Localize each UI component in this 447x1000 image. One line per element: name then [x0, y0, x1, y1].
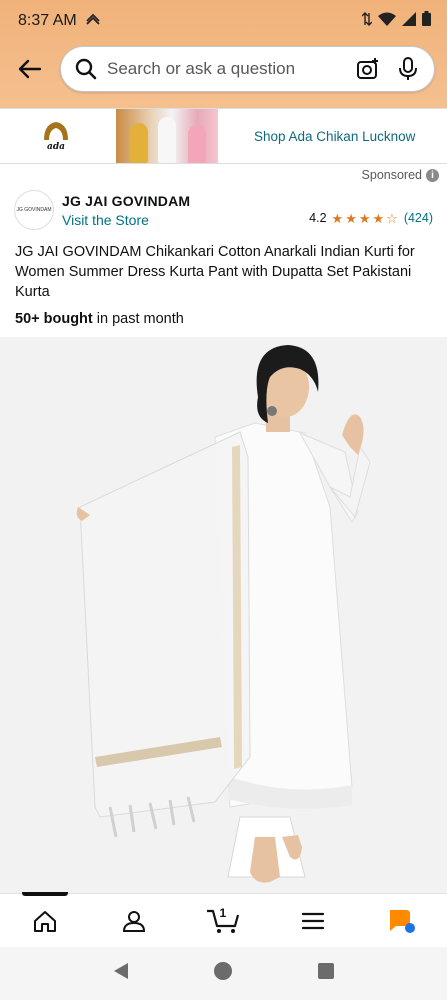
active-tab-indicator — [22, 892, 68, 896]
store-logo-text: JG GOVINDAM — [16, 207, 52, 213]
product-title[interactable]: JG JAI GOVINDAM Chikankari Cotton Anarka… — [0, 234, 447, 302]
nav-cart[interactable]: 1 — [193, 896, 253, 946]
store-logo[interactable]: JG GOVINDAM — [14, 190, 54, 230]
star-full-icon: ★ — [345, 210, 357, 226]
sponsored-row: Sponsored i — [0, 164, 447, 186]
status-time: 8:37 AM — [18, 12, 77, 29]
nav-account[interactable] — [104, 896, 164, 946]
rating-value: 4.2 — [309, 211, 327, 225]
square-recents-icon — [318, 963, 335, 979]
svg-text:ada: ada — [47, 142, 65, 152]
app-root: 8:37 AM Search or ask a question ada Sho… — [0, 0, 447, 1000]
circle-home-icon — [214, 962, 233, 980]
nav-menu[interactable] — [283, 896, 343, 946]
star-full-icon: ★ — [358, 210, 371, 226]
product-photo — [76, 345, 371, 883]
rating-count: (424) — [403, 211, 433, 225]
bought-count: 50+ bought — [15, 311, 93, 327]
star-full-icon: ★ — [331, 210, 344, 226]
system-nav-bar — [0, 947, 447, 1000]
home-icon — [33, 910, 56, 932]
voice-search-button[interactable] — [394, 55, 422, 83]
triangle-back-icon — [113, 963, 128, 979]
purchase-count: 50+ bought in past month — [0, 302, 447, 327]
battery-icon — [422, 11, 431, 31]
system-back-button[interactable] — [112, 962, 130, 985]
menu-icon — [301, 912, 324, 929]
bottom-nav: 1 — [0, 892, 447, 947]
product-image[interactable] — [0, 337, 447, 893]
microphone-icon — [399, 57, 417, 80]
ad-product-thumbnail — [116, 109, 218, 163]
info-icon[interactable]: i — [426, 168, 439, 182]
nav-home[interactable] — [15, 896, 75, 946]
account-icon — [123, 910, 146, 932]
header: 8:37 AM Search or ask a question — [0, 0, 447, 108]
nav-rufus[interactable] — [372, 896, 432, 946]
sponsored-banner[interactable]: ada Shop Ada Chikan Lucknow — [0, 108, 447, 164]
cart-count: 1 — [219, 905, 227, 920]
search-placeholder: Search or ask a question — [107, 59, 296, 78]
sponsored-label: Sponsored — [361, 168, 422, 182]
star-full-icon: ★ — [372, 210, 385, 226]
search-input[interactable]: Search or ask a question — [60, 46, 435, 92]
back-arrow-icon — [18, 59, 42, 79]
status-bar: 8:37 AM — [0, 0, 447, 42]
search-icon — [75, 58, 97, 80]
rating-summary[interactable]: 4.2 ★ ★ ★ ★ ☆ (424) — [309, 211, 433, 225]
back-button[interactable] — [12, 51, 48, 87]
ad-store-link[interactable]: Shop Ada Chikan Lucknow — [254, 129, 415, 144]
data-arrows-icon — [361, 11, 373, 31]
star-empty-icon: ☆ — [386, 210, 398, 226]
system-recents-button[interactable] — [317, 962, 335, 985]
store-row: JG GOVINDAM JG JAI GOVINDAM Visit the St… — [0, 186, 447, 234]
search-row: Search or ask a question — [0, 42, 447, 96]
store-name: JG JAI GOVINDAM — [62, 192, 191, 209]
bought-period: in past month — [92, 311, 184, 327]
signal-icon — [402, 11, 416, 31]
system-home-button[interactable] — [213, 961, 233, 986]
camera-search-button[interactable] — [354, 55, 382, 83]
wifi-icon — [378, 12, 396, 31]
ad-brand-logo: ada — [28, 116, 84, 156]
camera-icon — [357, 58, 378, 79]
notification-icon — [85, 12, 101, 31]
visit-store-link[interactable]: Visit the Store — [62, 212, 190, 228]
rufus-icon — [390, 909, 416, 933]
